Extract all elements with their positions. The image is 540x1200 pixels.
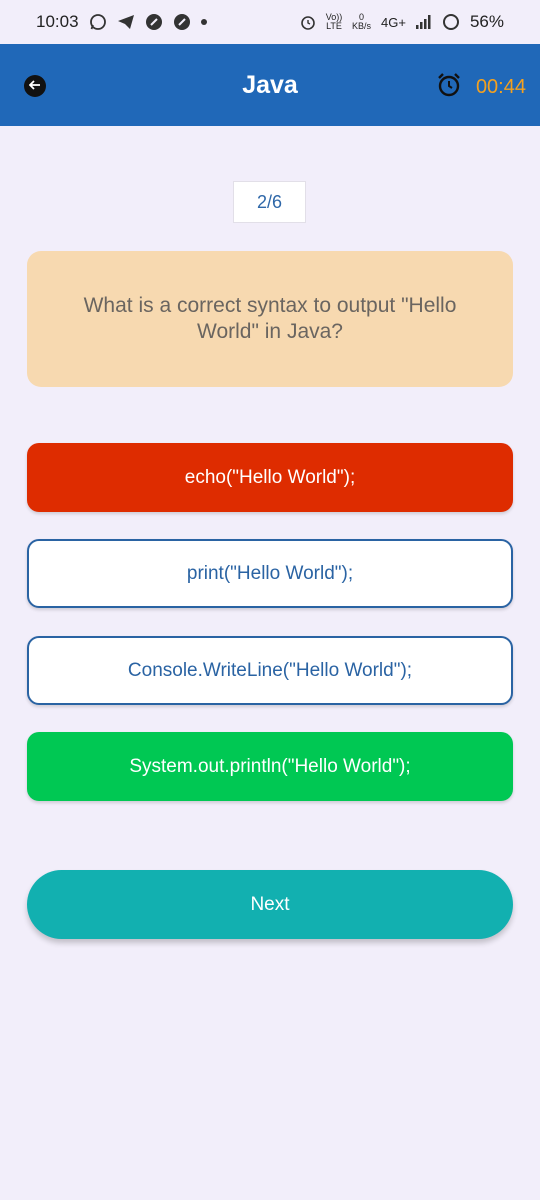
question-card: What is a correct syntax to output "Hell… [27, 251, 513, 387]
battery-icon [442, 13, 460, 31]
quiz-timer: 00:44 [436, 72, 526, 103]
page-title: Java [242, 70, 298, 99]
question-counter: 2/6 [233, 181, 306, 223]
status-bar: 10:03 Vo)) LTE 0 KB/s 4G+ 56% [0, 0, 540, 44]
telegram-icon [117, 14, 135, 30]
signal-icon [415, 15, 432, 29]
volte-label: Vo)) LTE [325, 12, 343, 31]
status-time: 10:03 [36, 12, 79, 31]
app-notification-icon [145, 13, 163, 31]
status-left: 10:03 [36, 12, 207, 32]
network-speed-unit: KB/s [352, 21, 372, 31]
battery-percent: 56% [469, 12, 504, 31]
option-2[interactable]: print("Hello World"); [27, 539, 513, 608]
option-3[interactable]: Console.WriteLine("Hello World"); [27, 636, 513, 705]
timer-text: 00:44 [475, 76, 526, 98]
back-button[interactable] [24, 75, 46, 97]
alarm-clock-icon [436, 72, 462, 103]
more-notifications-dot-icon [200, 19, 207, 25]
app-bar: Java 00:44 [0, 44, 540, 126]
app-notification-icon-2 [173, 13, 191, 31]
question-text: What is a correct syntax to output "Hell… [83, 294, 457, 343]
option-1[interactable]: echo("Hello World"); [27, 443, 513, 512]
alarm-icon [300, 14, 316, 30]
network-type: 4G+ [381, 14, 406, 30]
next-button[interactable]: Next [27, 870, 513, 939]
whatsapp-icon [89, 13, 107, 31]
option-4[interactable]: System.out.println("Hello World"); [27, 732, 513, 801]
network-speed: 0 KB/s [352, 13, 371, 31]
status-right: Vo)) LTE 0 KB/s 4G+ 56% [300, 12, 504, 32]
back-arrow-icon [28, 77, 41, 95]
